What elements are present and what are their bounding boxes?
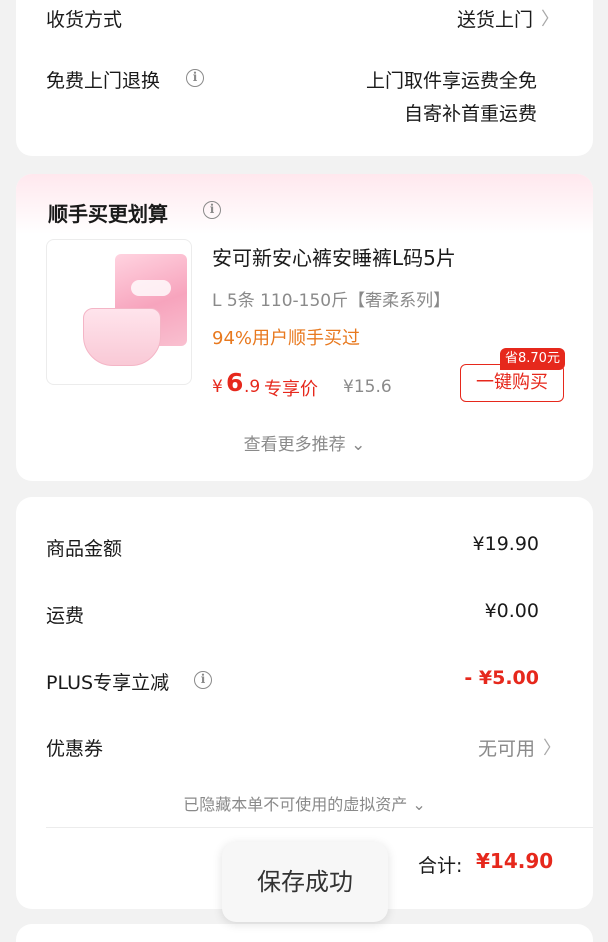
shipping-method-value[interactable]: 送货上门 [457, 5, 533, 32]
product-social-proof: 94%用户顺手买过 [212, 328, 361, 349]
info-icon[interactable]: i [186, 69, 204, 87]
info-icon[interactable]: i [194, 671, 212, 689]
total-label: 合计: [418, 855, 463, 877]
product-spec[interactable]: L 5条 110-150斤【奢柔系列】 [212, 286, 450, 311]
info-icon[interactable]: i [203, 201, 221, 219]
product-pants [83, 308, 161, 366]
price-integer: 6 [226, 368, 244, 397]
chevron-right-icon[interactable]: 〉 [543, 734, 561, 760]
next-card [16, 924, 593, 942]
save-success-toast: 保存成功 [222, 842, 388, 922]
recommend-section-title: 顺手买更划算 [48, 202, 168, 226]
free-return-value-line2: 自寄补首重运费 [403, 103, 537, 125]
chevron-right-icon[interactable]: 〉 [541, 5, 559, 31]
product-image[interactable] [46, 239, 192, 385]
more-recommendations-link[interactable]: 查看更多推荐 ⌄ [16, 430, 593, 455]
product-package-label [131, 280, 171, 296]
shipping-fee-label: 运费 [46, 605, 85, 627]
coupon-label: 优惠券 [46, 738, 104, 760]
divider [46, 827, 593, 828]
plus-discount-label: PLUS专享立减 [46, 672, 170, 694]
coupon-value[interactable]: 无可用 [478, 734, 535, 761]
price-currency: ¥ [212, 377, 223, 397]
goods-amount-value: ¥19.90 [472, 533, 539, 555]
price-tag: 专享价 [264, 379, 318, 400]
save-badge: 省8.70元 [500, 348, 565, 370]
shipping-fee-value: ¥0.00 [484, 600, 539, 622]
price-decimal: .9 [244, 377, 261, 397]
shipping-card: 收货方式 送货上门 〉 免费上门退换 i 上门取件享运费全免 自寄补首重运费 [16, 0, 593, 156]
hidden-assets-toggle[interactable]: 已隐藏本单不可使用的虚拟资产 ⌄ [16, 791, 593, 815]
shipping-method-label: 收货方式 [46, 9, 123, 31]
recommend-card: 顺手买更划算 i 安可新安心裤安睡裤L码5片 L 5条 110-150斤【奢柔系… [16, 174, 593, 481]
product-title[interactable]: 安可新安心裤安睡裤L码5片 [212, 242, 456, 271]
free-return-value-line1: 上门取件享运费全免 [365, 70, 537, 92]
original-price: ¥15.6 [343, 377, 392, 397]
goods-amount-label: 商品金额 [46, 538, 123, 560]
plus-discount-value: - ¥5.00 [464, 667, 539, 689]
total-value: ¥14.90 [476, 849, 554, 873]
free-return-label: 免费上门退换 [46, 70, 161, 92]
